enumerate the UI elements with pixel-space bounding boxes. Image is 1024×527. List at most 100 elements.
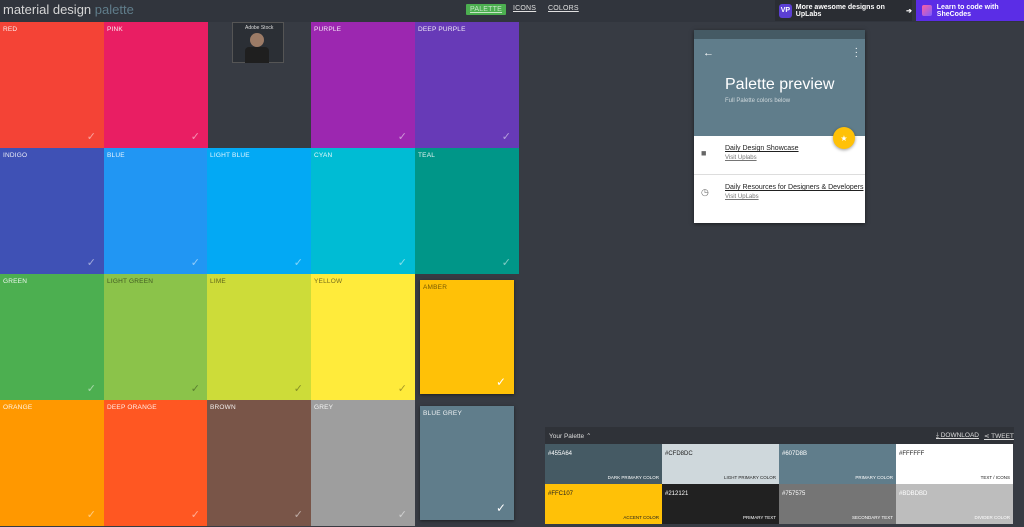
shecodes-text: Learn to code with SheCodes bbox=[936, 3, 999, 18]
color-name: DEEP PURPLE bbox=[418, 26, 466, 33]
check-icon: ✓ bbox=[86, 131, 96, 143]
palette-swatch[interactable]: #455A64 DARK PRIMARY COLOR bbox=[545, 444, 662, 484]
download-icon: ⤓ bbox=[936, 432, 939, 439]
color-tile[interactable]: TEAL ✓ bbox=[415, 148, 519, 274]
presenter-head bbox=[250, 33, 264, 47]
color-name: ORANGE bbox=[3, 404, 33, 411]
color-tile[interactable]: BLUE ✓ bbox=[104, 148, 208, 274]
color-tile[interactable]: CYAN ✓ bbox=[311, 148, 415, 274]
color-tile[interactable]: INDIGO ✓ bbox=[0, 148, 104, 274]
color-name: PURPLE bbox=[314, 26, 342, 33]
color-tile[interactable]: LIGHT BLUE ✓ bbox=[207, 148, 311, 274]
swatch-role: TEXT / ICONS bbox=[980, 475, 1010, 480]
tweet-button[interactable]: ⋖ TWEET bbox=[984, 432, 1014, 440]
arrow-back-icon[interactable]: ← bbox=[703, 47, 714, 59]
download-label: DOWNLOAD bbox=[940, 432, 979, 439]
palette-swatch[interactable]: #757575 SECONDARY TEXT bbox=[779, 484, 896, 524]
share-icon: ⋖ bbox=[984, 433, 990, 440]
check-icon: ✓ bbox=[86, 257, 96, 269]
your-palette-toggle[interactable]: Your Palette ⌃ bbox=[549, 432, 591, 440]
check-icon: ✓ bbox=[397, 383, 407, 395]
color-name: CYAN bbox=[314, 152, 333, 159]
color-tile[interactable]: GREEN ✓ bbox=[0, 274, 104, 400]
check-icon: ✓ bbox=[501, 131, 511, 143]
list-item-title[interactable]: Daily Resources for Designers & Develope… bbox=[725, 184, 864, 191]
palette-preview-card: ← · · · Palette preview Full Palette color… bbox=[694, 30, 865, 223]
nav-icons[interactable]: ICONS bbox=[513, 5, 536, 12]
uplabs-banner[interactable]: VP More awesome designs on UpLabs ➔ bbox=[775, 0, 912, 21]
preview-header: ← · · · Palette preview Full Palette color… bbox=[694, 39, 865, 149]
swatch-role: LIGHT PRIMARY COLOR bbox=[723, 475, 776, 480]
list-item-link[interactable]: Visit UpLabs bbox=[725, 194, 759, 200]
color-tile[interactable]: ORANGE ✓ bbox=[0, 400, 104, 526]
swatch-hex: #BDBDBD bbox=[899, 491, 928, 497]
color-name: BLUE GREY bbox=[423, 410, 463, 417]
color-name: GREEN bbox=[3, 278, 28, 285]
swatch-hex: #212121 bbox=[665, 491, 689, 497]
color-grid: RED ✓ PINK ✓ PURPLE ✓ DEEP PURPLE ✓ INDIGO ✓ BLUE ✓… bbox=[0, 22, 520, 527]
color-name: PINK bbox=[107, 26, 123, 33]
color-tile[interactable]: AMBER ✓ bbox=[420, 280, 514, 394]
logo-accent: palette bbox=[94, 2, 134, 17]
color-name: INDIGO bbox=[3, 152, 28, 159]
your-palette-title: Your Palette bbox=[549, 433, 585, 440]
palette-swatch[interactable]: #607D8B PRIMARY COLOR bbox=[779, 444, 896, 484]
color-tile[interactable]: PINK ✓ bbox=[104, 22, 208, 148]
palette-swatch[interactable]: #FFFFFF TEXT / ICONS bbox=[896, 444, 1013, 484]
arrow-right-icon: ➔ bbox=[906, 7, 912, 15]
label-icon: ■ bbox=[701, 148, 707, 158]
list-item-title[interactable]: Daily Design Showcase bbox=[725, 145, 799, 152]
color-tile[interactable]: RED ✓ bbox=[0, 22, 104, 148]
chevron-up-icon: ⌃ bbox=[586, 433, 592, 440]
check-icon: ✓ bbox=[190, 257, 200, 269]
presenter-body bbox=[245, 47, 269, 63]
color-tile[interactable]: YELLOW ✓ bbox=[311, 274, 415, 400]
list-item-link[interactable]: Visit Uplabs bbox=[725, 155, 757, 161]
color-tile[interactable]: BROWN ✓ bbox=[207, 400, 311, 526]
palette-swatch[interactable]: #FFC107 ACCENT COLOR bbox=[545, 484, 662, 524]
color-name: DEEP ORANGE bbox=[107, 404, 157, 411]
swatch-role: PRIMARY TEXT bbox=[742, 515, 776, 520]
shecodes-banner[interactable]: Learn to code with SheCodes bbox=[916, 0, 1024, 21]
video-label: Adobe Stock bbox=[245, 25, 274, 31]
preview-list-item[interactable]: ■ Daily Design Showcase Visit Uplabs bbox=[694, 136, 865, 176]
palette-swatch[interactable]: #212121 PRIMARY TEXT bbox=[662, 484, 779, 524]
color-tile[interactable]: GREY ✓ bbox=[311, 400, 415, 526]
swatch-hex: #CFD8DC bbox=[665, 451, 693, 457]
download-button[interactable]: ⤓ DOWNLOAD bbox=[936, 432, 979, 440]
your-palette-panel: Your Palette ⌃ ⤓ DOWNLOAD ⋖ TWEET #455A6… bbox=[545, 427, 1014, 527]
check-icon: ✓ bbox=[190, 383, 200, 395]
color-name: TEAL bbox=[418, 152, 436, 159]
palette-swatch[interactable]: #CFD8DC LIGHT PRIMARY COLOR bbox=[662, 444, 779, 484]
nav-colors[interactable]: COLORS bbox=[548, 5, 579, 12]
color-name: RED bbox=[3, 26, 18, 33]
check-icon: ✓ bbox=[397, 131, 407, 143]
top-bar: material design palette PALETTE ICONS CO… bbox=[0, 0, 1024, 22]
check-icon: ✓ bbox=[495, 375, 506, 389]
logo-main: material design bbox=[3, 2, 92, 17]
swatch-role: DARK PRIMARY COLOR bbox=[607, 475, 659, 480]
color-tile[interactable]: DEEP ORANGE ✓ bbox=[104, 400, 208, 526]
color-tile[interactable]: LIGHT GREEN ✓ bbox=[104, 274, 208, 400]
color-name: LIGHT BLUE bbox=[210, 152, 250, 159]
check-icon: ✓ bbox=[293, 509, 303, 521]
swatch-role: PRIMARY COLOR bbox=[855, 475, 893, 480]
preview-list-item[interactable]: ◷ Daily Resources for Designers & Develo… bbox=[694, 175, 865, 215]
video-overlay[interactable]: Adobe Stock bbox=[232, 22, 284, 63]
more-vert-icon[interactable]: · · · bbox=[855, 44, 858, 62]
palette-swatch[interactable]: #BDBDBD DIVIDER COLOR bbox=[896, 484, 1013, 524]
nav-palette[interactable]: PALETTE bbox=[466, 4, 507, 15]
color-tile[interactable]: DEEP PURPLE ✓ bbox=[415, 22, 519, 148]
check-icon: ✓ bbox=[190, 509, 200, 521]
color-tile[interactable]: PURPLE ✓ bbox=[311, 22, 415, 148]
check-icon: ✓ bbox=[190, 131, 200, 143]
color-tile[interactable]: BLUE GREY ✓ bbox=[420, 406, 514, 520]
swatch-hex: #757575 bbox=[782, 491, 806, 497]
preview-title: Palette preview bbox=[725, 76, 835, 93]
swatch-role: ACCENT COLOR bbox=[623, 515, 659, 520]
color-tile[interactable]: LIME ✓ bbox=[207, 274, 311, 400]
swatch-hex: #607D8B bbox=[782, 451, 808, 457]
check-icon: ✓ bbox=[293, 257, 303, 269]
app-logo[interactable]: material design palette bbox=[3, 2, 134, 17]
check-icon: ✓ bbox=[397, 257, 407, 269]
